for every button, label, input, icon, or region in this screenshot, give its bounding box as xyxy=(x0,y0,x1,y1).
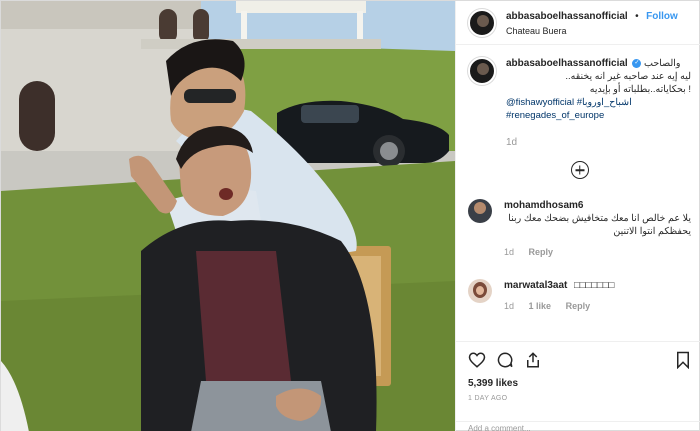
comment-item: marwatal3aat □□□□□□□ 1d 1 like Reply xyxy=(468,279,691,313)
like-count[interactable]: 5,399 likes xyxy=(468,378,691,389)
action-bar: 5,399 likes 1 DAY AGO xyxy=(456,341,700,402)
caption-avatar[interactable] xyxy=(468,57,496,85)
header-text: abbasaboelhassanofficial • Follow Chatea… xyxy=(506,8,678,38)
comment-meta: 1d 1 like Reply xyxy=(504,300,691,313)
add-comment-field[interactable]: Add a comment... xyxy=(456,421,700,431)
commenter-username[interactable]: marwatal3aat xyxy=(504,280,567,291)
commenter-avatar[interactable] xyxy=(468,199,492,223)
comments-section: abbasaboelhassanofficial ✓ والصاحب ليه إ… xyxy=(456,45,700,337)
author-avatar[interactable] xyxy=(468,8,496,37)
comment-body: marwatal3aat □□□□□□□ 1d 1 like Reply xyxy=(504,279,691,313)
commenter-username[interactable]: mohamdhosam6 xyxy=(504,200,583,211)
comment-time: 1d xyxy=(504,301,515,311)
comment-item: mohamdhosam6 يلا عم خالص انا معك متخافيش… xyxy=(468,199,691,259)
verified-icon: ✓ xyxy=(632,58,642,68)
commenter-avatar[interactable] xyxy=(468,279,492,303)
load-more-comments-icon[interactable] xyxy=(570,161,589,179)
instagram-post: abbasaboelhassanofficial • Follow Chatea… xyxy=(0,0,700,431)
post-header: abbasaboelhassanofficial • Follow Chatea… xyxy=(456,1,700,45)
comment-time: 1d xyxy=(504,247,515,257)
separator-dot: • xyxy=(635,10,639,22)
heart-icon[interactable] xyxy=(468,351,486,369)
share-icon[interactable] xyxy=(524,351,542,369)
caption-line1: والصاحب xyxy=(644,58,681,69)
follow-button[interactable]: Follow xyxy=(646,11,678,22)
author-username[interactable]: abbasaboelhassanofficial xyxy=(506,11,628,22)
post-age: 1 DAY AGO xyxy=(468,395,508,402)
comment-body: mohamdhosam6 يلا عم خالص انا معك متخافيش… xyxy=(504,199,691,259)
comment-text: □□□□□□□ xyxy=(574,280,615,291)
caption-body: abbasaboelhassanofficial ✓ والصاحب ليه إ… xyxy=(506,57,691,149)
post-caption: abbasaboelhassanofficial ✓ والصاحب ليه إ… xyxy=(468,57,691,149)
post-location[interactable]: Chateau Buera xyxy=(506,24,678,38)
reply-button[interactable]: Reply xyxy=(566,301,591,311)
post-photo[interactable] xyxy=(1,1,455,431)
bookmark-icon[interactable] xyxy=(675,351,691,369)
action-icons xyxy=(468,348,691,372)
post-sidebar: abbasaboelhassanofficial • Follow Chatea… xyxy=(455,1,700,431)
comment-meta: 1d Reply xyxy=(504,246,691,259)
comment-text: يلا عم خالص انا معك متخافيش بضحك معك ربن… xyxy=(508,213,691,237)
caption-tag-mention[interactable]: @fishawyofficial #اشباح_اوروبا xyxy=(506,96,691,109)
caption-time: 1d xyxy=(506,137,518,148)
reply-button[interactable]: Reply xyxy=(529,247,554,257)
photo-scene xyxy=(1,1,455,431)
caption-line2: ليه إيه عند صاحبه غير انه يخنقه.. xyxy=(565,71,691,82)
comment-likes[interactable]: 1 like xyxy=(529,301,552,311)
caption-line3: ! بحكاياته..بطلباته أو بإيديه xyxy=(589,84,691,95)
caption-username[interactable]: abbasaboelhassanofficial xyxy=(506,58,628,69)
caption-hashtag[interactable]: #renegades_of_europe xyxy=(506,109,691,122)
comment-icon[interactable] xyxy=(496,351,514,369)
